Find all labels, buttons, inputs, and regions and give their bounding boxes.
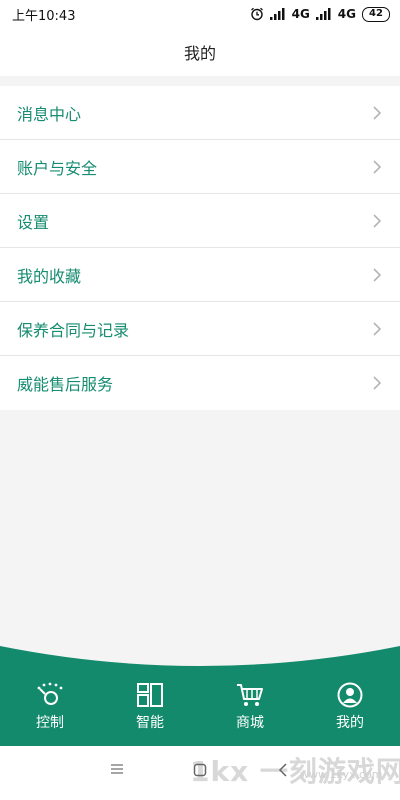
menu-item-label: 账户与安全: [17, 158, 98, 178]
bottom-navigation: 控制 智能 商城 我的: [0, 646, 400, 746]
bottom-nav-items: 控制 智能 商城 我的: [0, 676, 400, 746]
signal-icon: [269, 8, 286, 20]
control-icon: [36, 682, 64, 708]
page-title: 我的: [183, 44, 216, 63]
menu-item-label: 设置: [17, 212, 50, 232]
tab-smart[interactable]: 智能: [100, 676, 200, 746]
menu-list: 消息中心 账户与安全 设置 我的收藏 保养合同与记录 威能售后服务: [0, 86, 400, 410]
menu-item-label: 威能售后服务: [17, 375, 114, 394]
tab-label: 我的: [336, 715, 364, 731]
tab-label: 控制: [36, 715, 64, 731]
menu-icon[interactable]: [110, 763, 124, 775]
menu-item-label: 我的收藏: [17, 266, 82, 286]
status-bar: 上午10:43 4G 4G 42: [0, 0, 400, 28]
menu-item-maintenance-contracts[interactable]: 保养合同与记录: [0, 302, 400, 356]
status-indicators: 4G 4G 42: [250, 6, 390, 22]
chevron-right-icon: [372, 321, 382, 337]
smart-icon: [136, 682, 164, 708]
home-icon[interactable]: [193, 763, 207, 777]
tab-label: 商城: [236, 715, 264, 731]
status-time: 上午10:43: [12, 8, 76, 24]
menu-item-label: 保养合同与记录: [17, 320, 130, 340]
menu-item-settings[interactable]: 设置: [0, 194, 400, 248]
chevron-right-icon: [372, 105, 382, 121]
cart-icon: [236, 682, 264, 708]
user-icon: [336, 682, 364, 708]
chevron-right-icon: [372, 159, 382, 175]
chevron-right-icon: [372, 375, 382, 391]
alarm-icon: [250, 7, 264, 21]
tab-store[interactable]: 商城: [200, 676, 300, 746]
header: 我的: [0, 28, 400, 76]
signal-icon: [315, 8, 332, 20]
system-navigation-bar: 1kx 一刻游戏网 www.1kyx.com: [0, 746, 400, 800]
network-type-1: 4G: [291, 7, 310, 21]
chevron-right-icon: [372, 213, 382, 229]
menu-item-label: 消息中心: [17, 104, 82, 124]
menu-item-account-security[interactable]: 账户与安全: [0, 140, 400, 194]
menu-item-message-center[interactable]: 消息中心: [0, 86, 400, 140]
network-type-2: 4G: [337, 7, 356, 21]
battery-indicator: 42: [362, 6, 390, 22]
tab-label: 智能: [136, 715, 164, 731]
menu-item-favorites[interactable]: 我的收藏: [0, 248, 400, 302]
menu-item-after-sales-service[interactable]: 威能售后服务: [0, 356, 400, 410]
watermark-url: www.1kyx.com: [300, 768, 383, 781]
chevron-right-icon: [372, 267, 382, 283]
back-icon[interactable]: [278, 763, 288, 777]
tab-mine[interactable]: 我的: [300, 676, 400, 746]
tab-control[interactable]: 控制: [0, 676, 100, 746]
